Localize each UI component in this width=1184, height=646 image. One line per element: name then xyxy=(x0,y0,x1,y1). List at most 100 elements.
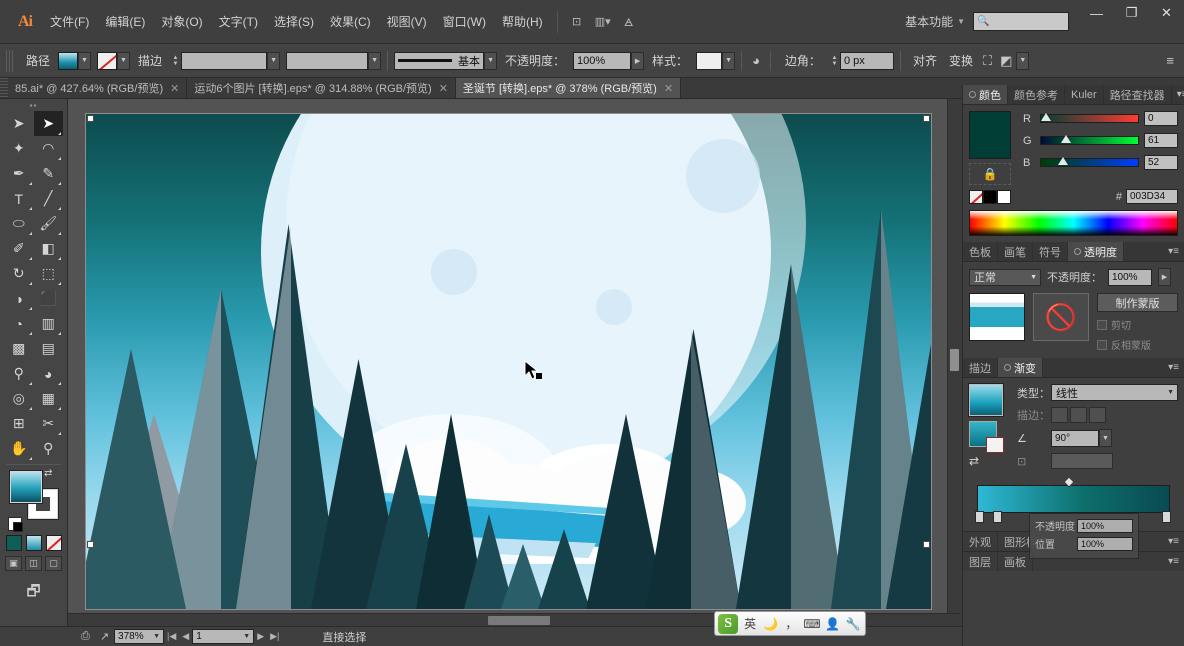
tab-transparency[interactable]: 透明度 xyxy=(1068,242,1124,261)
stock-icon[interactable]: 🜁 xyxy=(616,11,642,33)
selection-anchor[interactable] xyxy=(923,541,930,548)
panel-menu-icon[interactable]: ▾≡ xyxy=(1163,358,1184,377)
isolate-group-icon[interactable]: ⛶ xyxy=(979,53,996,69)
slider-knob-b[interactable] xyxy=(1058,157,1068,165)
gradient-aspect-input[interactable] xyxy=(1051,453,1113,469)
scrollbar-thumb[interactable] xyxy=(950,349,959,371)
free-transform-tool[interactable]: ⬛ xyxy=(34,286,64,311)
blob-brush-tool[interactable]: ✐ xyxy=(4,236,34,261)
tab-color-guide[interactable]: 颜色参考 xyxy=(1008,85,1065,104)
arrange-documents-icon[interactable]: ▥▾ xyxy=(590,11,616,33)
chevron-down-icon[interactable]: ▼ xyxy=(484,51,498,70)
tab-gradient[interactable]: 渐变 xyxy=(998,358,1043,377)
menu-select[interactable]: 选择(S) xyxy=(266,9,322,34)
menu-file[interactable]: 文件(F) xyxy=(42,9,97,34)
type-tool[interactable]: T xyxy=(4,186,34,211)
opacity-input[interactable]: 100% xyxy=(573,51,632,70)
chevron-right-icon[interactable]: ▶ xyxy=(1158,268,1171,286)
checkbox-icon[interactable] xyxy=(1097,339,1107,350)
shape-builder-tool[interactable]: ◔ xyxy=(4,311,34,336)
search-input[interactable]: 🔍 xyxy=(973,12,1069,31)
panel-menu-icon[interactable]: ▾≡ xyxy=(1172,85,1184,104)
zoom-tool[interactable]: ⚲ xyxy=(34,436,64,461)
upload-icon[interactable]: ⎙ xyxy=(76,630,95,643)
paintbrush-tool[interactable]: 🖌 xyxy=(34,211,64,236)
fill-color-control[interactable]: ▼ xyxy=(58,51,92,70)
stroke-color-control[interactable]: ▼ xyxy=(97,51,131,70)
corner-radius-input[interactable]: 0 px xyxy=(839,51,894,70)
tab-stroke[interactable]: 描边 xyxy=(963,358,998,377)
stroke-swatch[interactable] xyxy=(97,51,118,70)
draw-normal-icon[interactable]: ▣ xyxy=(5,556,22,571)
chevron-down-icon[interactable]: ▶ xyxy=(631,51,645,70)
ime-mode-toggle[interactable]: 英 xyxy=(741,614,759,633)
swatch-none[interactable] xyxy=(969,189,983,204)
gradient-ramp[interactable] xyxy=(977,485,1170,513)
menu-view[interactable]: 视图(V) xyxy=(379,9,435,34)
gradient-tool[interactable]: ▤ xyxy=(34,336,64,361)
chevron-down-icon[interactable]: ▼ xyxy=(78,51,92,70)
stroke-weight-input[interactable] xyxy=(181,51,268,70)
gradient-fill-thumbnail[interactable] xyxy=(968,383,1004,417)
menu-type[interactable]: 文字(T) xyxy=(211,9,266,34)
slider-value-g[interactable]: 61 xyxy=(1144,133,1178,148)
user-icon[interactable]: 👤 xyxy=(824,614,842,633)
opacity-mask-icon[interactable]: ◩ xyxy=(996,53,1016,69)
previous-artboard-button[interactable]: ◀ xyxy=(179,631,192,642)
menu-help[interactable]: 帮助(H) xyxy=(494,9,551,34)
selection-anchor[interactable] xyxy=(87,115,94,122)
slider-value-b[interactable]: 52 xyxy=(1144,155,1178,170)
panel-menu-icon[interactable]: ▾≡ xyxy=(1163,242,1184,261)
zoom-level-input[interactable]: 378% ▼ xyxy=(114,629,165,644)
selection-anchor[interactable] xyxy=(923,115,930,122)
slider-knob-r[interactable] xyxy=(1041,113,1051,121)
artboard-number-input[interactable]: 1 ▼ xyxy=(192,629,255,644)
minimize-button[interactable]: — xyxy=(1079,0,1114,26)
next-artboard-button[interactable]: ▶ xyxy=(254,631,267,642)
brush-definition-dropdown[interactable]: 基本 xyxy=(394,51,485,70)
rotate-tool[interactable]: ↻ xyxy=(4,261,34,286)
menu-window[interactable]: 窗口(W) xyxy=(435,9,494,34)
share-icon[interactable]: ↗ xyxy=(95,630,114,643)
selection-tool[interactable]: ➤ xyxy=(4,111,34,136)
gradient-swatch-preview[interactable] xyxy=(969,421,1004,453)
close-icon[interactable]: ✕ xyxy=(664,82,673,95)
eraser-tool[interactable]: ◧ xyxy=(34,236,64,261)
stroke-gradient-along[interactable] xyxy=(1070,407,1087,423)
gradient-stroke-options[interactable] xyxy=(1051,407,1106,423)
stroke-profile-dropdown[interactable] xyxy=(286,51,369,70)
document-tab-1[interactable]: 85.ai* @ 427.64% (RGB/预览) ✕ xyxy=(8,78,188,98)
slider-track-r[interactable] xyxy=(1040,113,1139,123)
corner-stepper[interactable]: ▲ ▼ xyxy=(829,52,840,70)
first-artboard-button[interactable]: |◀ xyxy=(164,631,179,642)
stroke-weight-stepper[interactable]: ▲ ▼ xyxy=(170,52,181,70)
pen-tool[interactable]: ✒ xyxy=(4,161,34,186)
reverse-gradient-icon[interactable]: ⇄ xyxy=(969,454,1009,468)
tab-layers[interactable]: 图层 xyxy=(963,552,998,571)
scrollbar-thumb[interactable] xyxy=(488,616,550,625)
transparency-artwork-thumbnail[interactable] xyxy=(969,293,1025,341)
keyboard-icon[interactable]: ⌨ xyxy=(803,614,821,633)
canvas-vertical-scrollbar[interactable] xyxy=(947,99,960,626)
artboard-tool[interactable]: ⊞ xyxy=(4,411,34,436)
add-anchor-point-tool[interactable]: ✎ xyxy=(34,161,64,186)
tooltip-opacity-value[interactable]: 100% xyxy=(1077,518,1133,533)
panel-menu-icon[interactable]: ▾≡ xyxy=(1163,532,1184,551)
moon-icon[interactable]: 🌙 xyxy=(762,614,780,633)
chevron-down-icon[interactable]: ▼ xyxy=(1099,429,1112,447)
slider-knob-g[interactable] xyxy=(1061,135,1071,143)
gradient-stop-start[interactable] xyxy=(975,511,984,523)
fill-swatch[interactable] xyxy=(58,51,79,70)
chevron-down-icon[interactable]: ▼ xyxy=(267,51,281,70)
draw-behind-icon[interactable]: ◫ xyxy=(25,556,42,571)
chevron-down-icon[interactable]: ▼ xyxy=(368,51,382,70)
color-spectrum-ramp[interactable] xyxy=(969,210,1178,236)
artboard[interactable] xyxy=(86,114,931,609)
slider-track-g[interactable] xyxy=(1040,135,1139,145)
tab-artboards[interactable]: 画板 xyxy=(998,552,1033,571)
control-bar-grip[interactable] xyxy=(6,49,14,72)
eyedropper-tool[interactable]: ⚲ xyxy=(4,361,34,386)
close-icon[interactable]: ✕ xyxy=(439,82,448,95)
change-screen-mode-icon[interactable]: 🗗 xyxy=(0,581,67,606)
tab-appearance[interactable]: 外观 xyxy=(963,532,998,551)
